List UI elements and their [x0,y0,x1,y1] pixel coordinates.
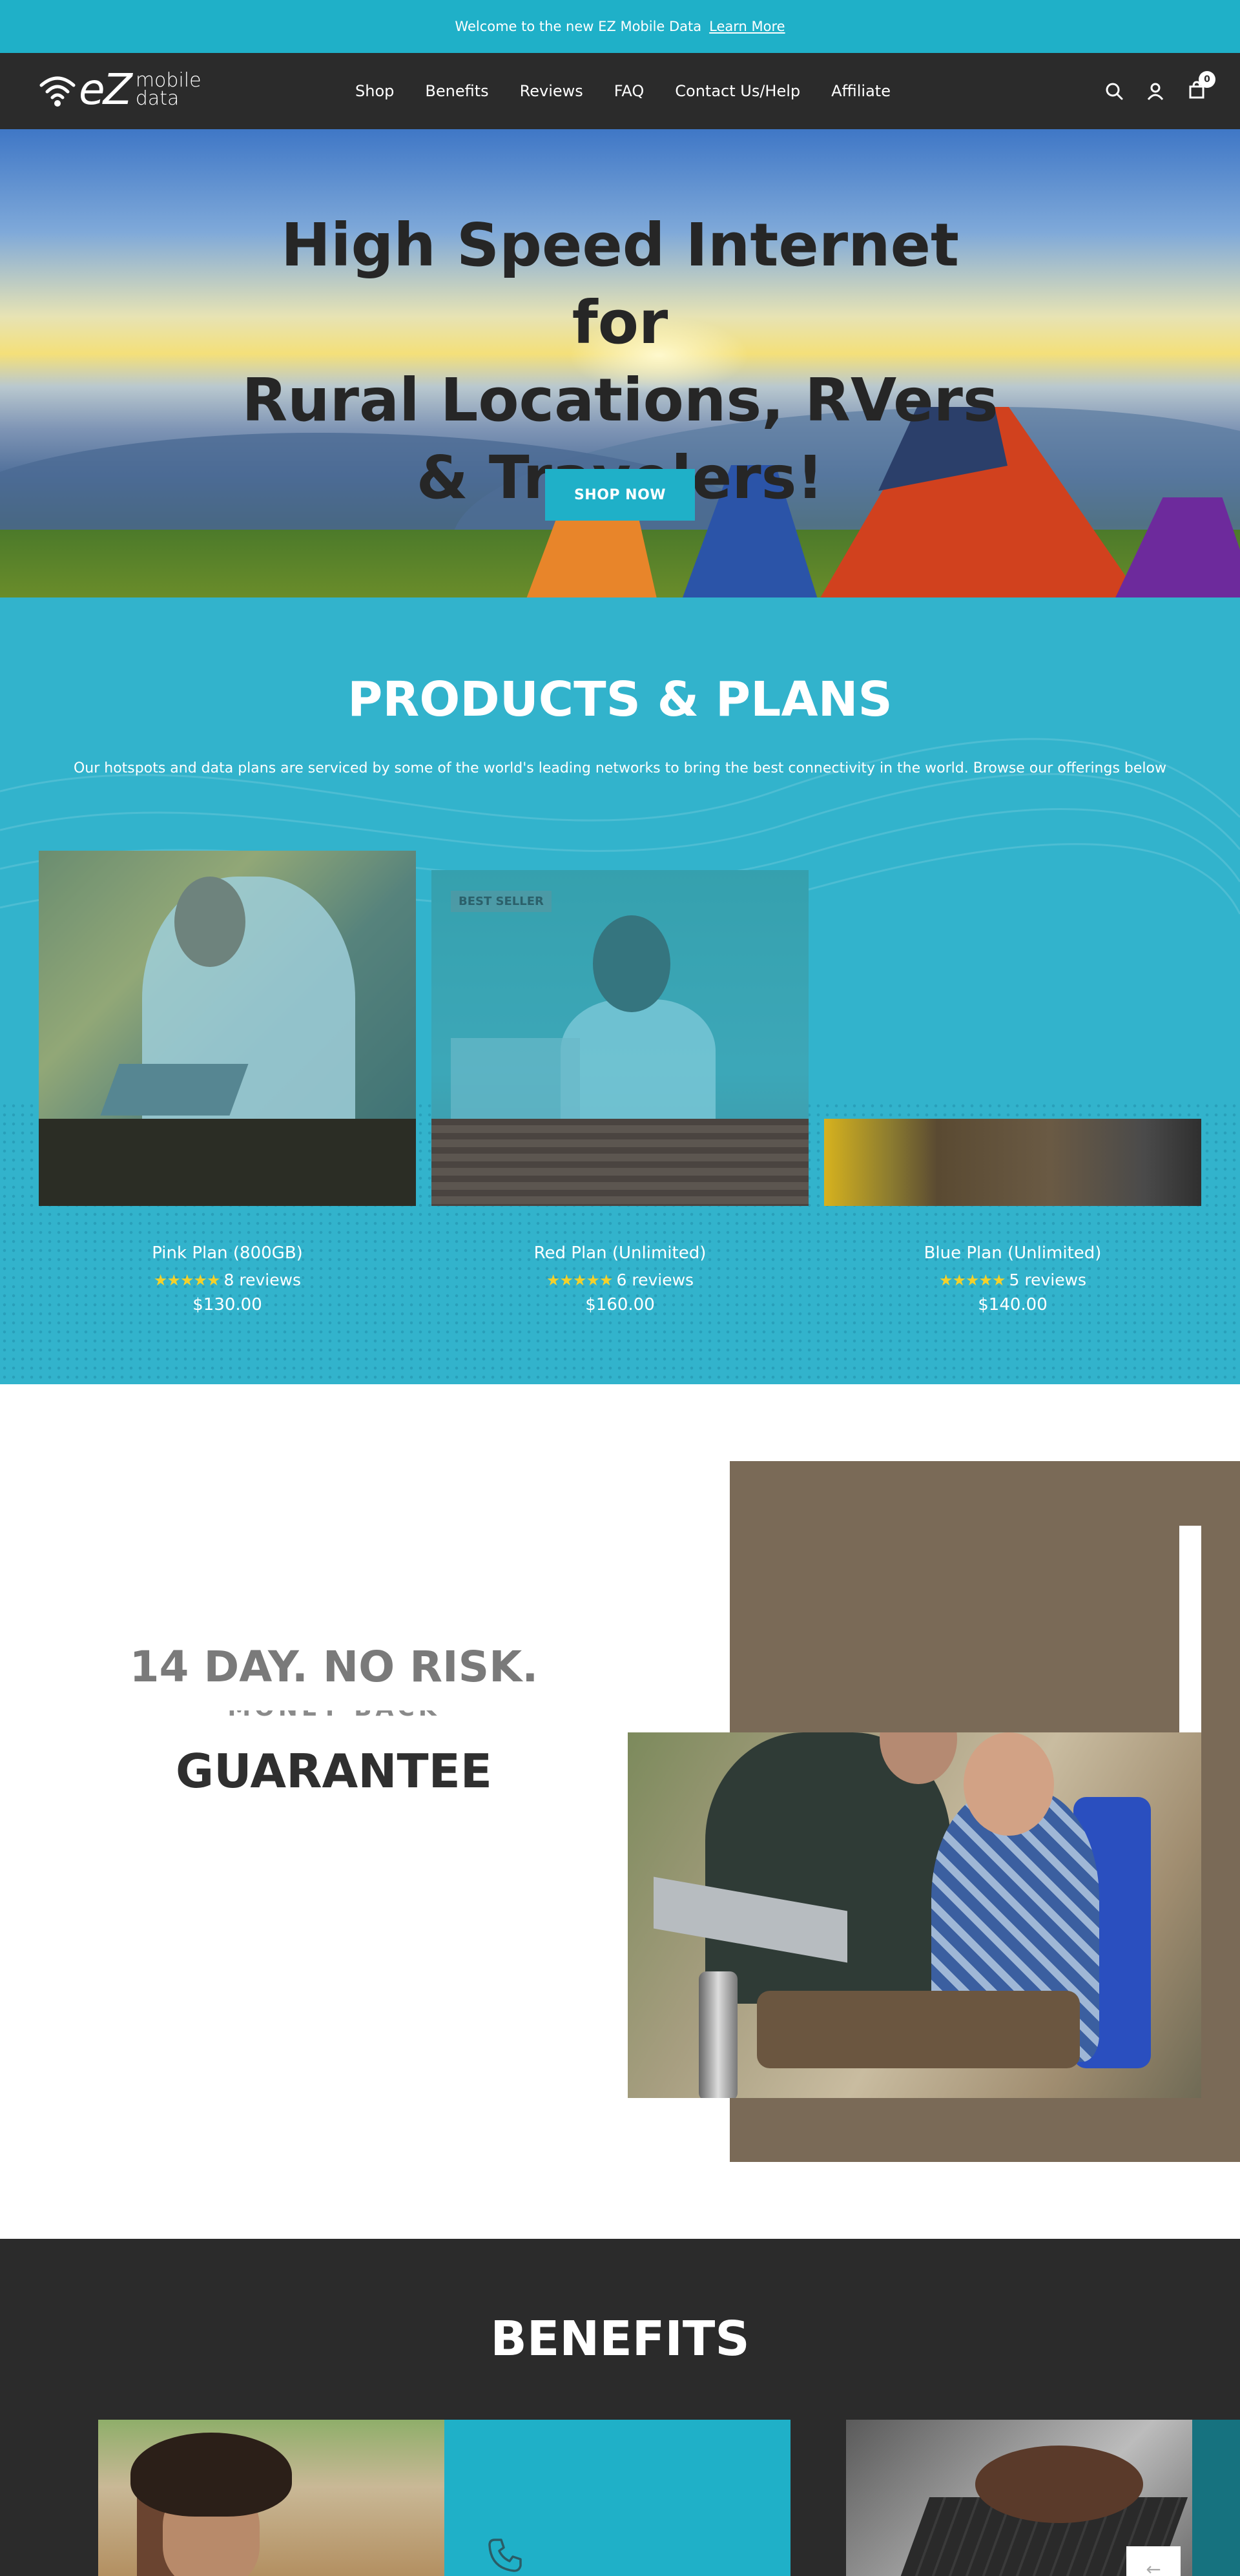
logo-words: mobile data [135,70,202,110]
benefit-image-hat [98,2420,444,2576]
product-rating: ★★★★★ 6 reviews [431,1271,809,1289]
guarantee-line1: 14 DAY. NO RISK. [129,1642,539,1692]
hero-title-line1: High Speed Internet for [280,211,960,357]
guarantee-line3: GUARANTEE [176,1744,492,1798]
product-price: $160.00 [585,1295,655,1314]
announcement-bar: Welcome to the new EZ Mobile Data Learn … [0,0,1240,53]
guarantee-line2: MONEY BACK [0,1710,668,1723]
site-header: eZ mobile data Shop Benefits Reviews FAQ… [0,53,1240,129]
account-icon[interactable] [1146,81,1165,101]
image-table [431,1119,809,1206]
product-image-blue[interactable] [824,1119,1201,1206]
best-seller-badge: BEST SELLER [451,891,552,912]
photo-bottle [699,1971,738,2098]
cart-button[interactable]: 0 [1187,71,1215,102]
image-bottom [39,1119,416,1206]
search-icon[interactable] [1104,81,1124,101]
wifi-icon [39,76,76,107]
star-rating-icon: ★★★★★ [153,1271,221,1289]
review-count[interactable]: 6 reviews [617,1271,694,1289]
learn-more-link[interactable]: Learn More [709,19,785,34]
star-rating-icon: ★★★★★ [938,1271,1006,1289]
product-image-pink[interactable] [39,851,416,1206]
guarantee-line2-text: MONEY BACK [227,1710,440,1720]
products-section: PRODUCTS & PLANS Our hotspots and data p… [0,597,1240,1384]
benefit-card [444,2420,790,2576]
benefits-title: BENEFITS [490,2311,750,2367]
hero-title-line2: Rural Locations, RVers [242,366,998,435]
product-name[interactable]: Pink Plan (800GB) [39,1243,416,1263]
nav-reviews[interactable]: Reviews [520,82,583,100]
logo-ez: eZ [79,65,132,114]
review-count[interactable]: 8 reviews [224,1271,302,1289]
photo-shorts [757,1991,1080,2068]
benefits-section: BENEFITS ← [0,2239,1240,2576]
nav-contact[interactable]: Contact Us/Help [675,82,800,100]
photo-boy-head [964,1732,1054,1836]
product-name[interactable]: Red Plan (Unlimited) [431,1243,809,1263]
product-image-red[interactable]: BEST SELLER [431,870,809,1206]
product-price: $130.00 [192,1295,262,1314]
products-subtitle: Our hotspots and data plans are serviced… [73,760,1166,776]
cart-count: 0 [1199,71,1215,88]
logo[interactable]: eZ mobile data [37,67,231,112]
product-name[interactable]: Blue Plan (Unlimited) [824,1243,1201,1263]
image-overlay [39,851,416,1119]
arrow-left-icon: ← [1146,2558,1161,2576]
header-icons: 0 [1104,53,1215,129]
image-hand [975,2446,1143,2523]
hero-banner: High Speed Internet for Rural Locations,… [0,129,1240,597]
phone-icon [488,2539,522,2572]
review-count[interactable]: 5 reviews [1009,1271,1087,1289]
guarantee-white-strip [1179,1526,1201,1732]
benefit-card-edge [1192,2420,1240,2576]
product-price: $140.00 [978,1295,1048,1314]
carousel-prev-button[interactable]: ← [1126,2546,1181,2576]
nav-faq[interactable]: FAQ [614,82,645,100]
nav-shop[interactable]: Shop [355,82,394,100]
star-rating-icon: ★★★★★ [546,1271,614,1289]
product-rating: ★★★★★ 5 reviews [824,1271,1201,1289]
nav-benefits[interactable]: Benefits [425,82,488,100]
nav-affiliate[interactable]: Affiliate [831,82,891,100]
image-hat [130,2433,292,2517]
logo-line2: data [135,87,180,110]
product-rating: ★★★★★ 8 reviews [39,1271,416,1289]
guarantee-photo [628,1732,1201,2098]
products-title: PRODUCTS & PLANS [347,672,893,727]
shop-now-button[interactable]: SHOP NOW [545,469,695,521]
main-nav: Shop Benefits Reviews FAQ Contact Us/Hel… [355,53,891,129]
announcement-text: Welcome to the new EZ Mobile Data [455,19,702,34]
